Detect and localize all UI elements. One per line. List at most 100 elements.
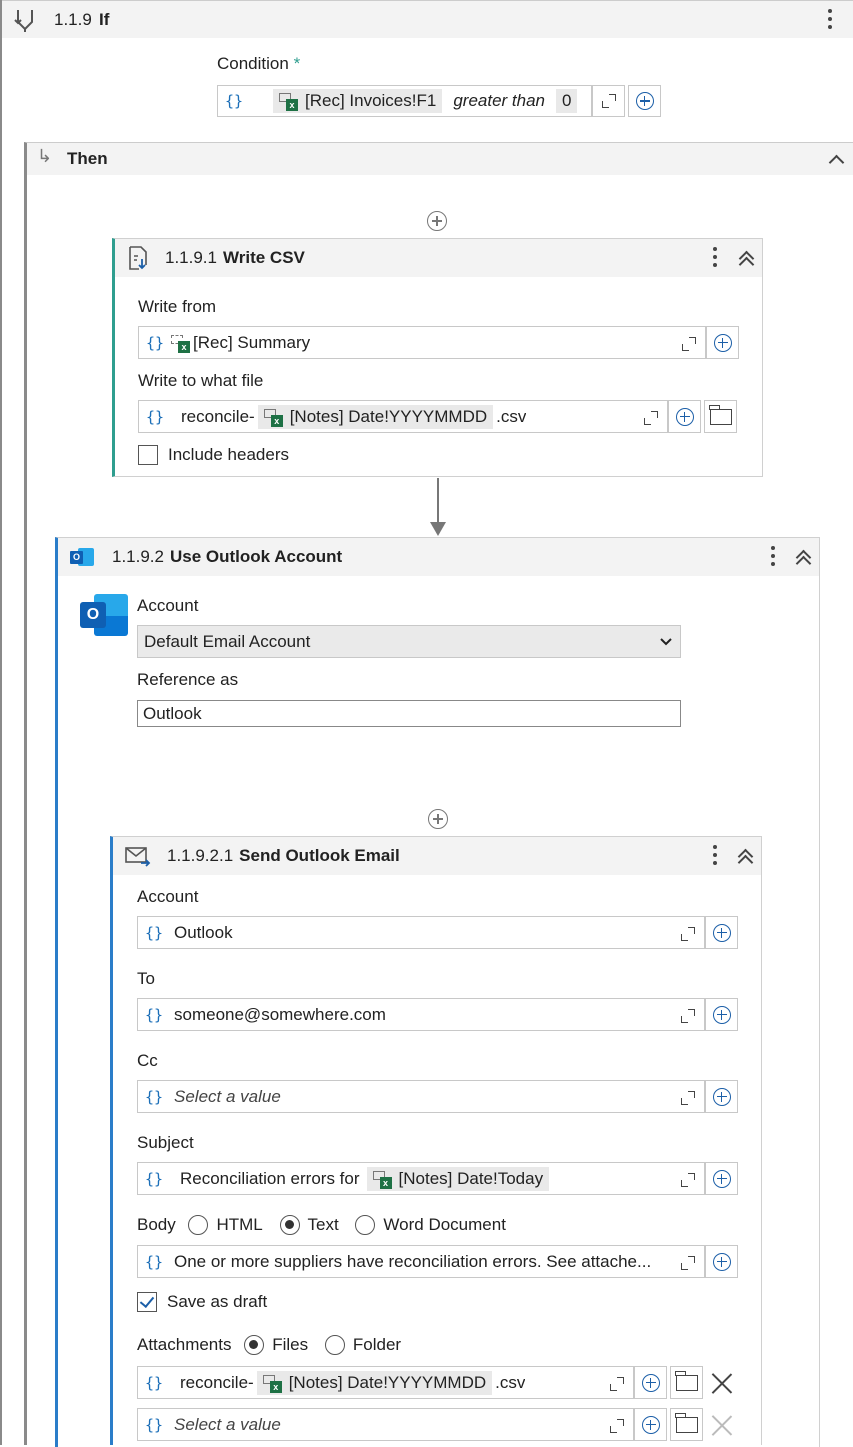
folder-icon	[709, 404, 732, 425]
email-body-add-button[interactable]	[705, 1245, 738, 1278]
then-header[interactable]: ↳ Then	[27, 143, 853, 175]
collapse-icon[interactable]	[828, 154, 845, 171]
if-step-number: 1.1.9	[54, 10, 92, 29]
remove-attachment-icon[interactable]	[711, 1372, 733, 1394]
write-to-variable-pill[interactable]: x [Notes] Date!YYYYMMDD	[257, 404, 494, 429]
save-as-draft-label: Save as draft	[167, 1292, 268, 1311]
expand-icon[interactable]	[644, 411, 658, 425]
add-icon	[641, 1415, 660, 1434]
attachment-variable-pill[interactable]: x [Notes] Date!YYYYMMDD	[256, 1370, 493, 1395]
email-to-add-button[interactable]	[705, 998, 738, 1031]
write-to-field[interactable]: {} reconcile- x [Notes] Date!YYYYMMDD .c…	[138, 400, 668, 433]
attachment-add-button[interactable]	[634, 1366, 667, 1399]
then-label: Then	[67, 149, 108, 168]
if-step-header[interactable]: 1.1.9 If	[2, 0, 853, 38]
insert-step-button[interactable]	[427, 211, 447, 231]
attachment-browse-button[interactable]	[670, 1366, 703, 1399]
condition-label: Condition *	[217, 54, 301, 73]
excel-icon: x	[279, 92, 299, 111]
expand-icon[interactable]	[681, 1091, 695, 1105]
email-subject-field[interactable]: {} Reconciliation errors for x [Notes] D…	[137, 1162, 705, 1195]
excel-icon: x	[262, 1374, 283, 1393]
email-cc-field[interactable]: {} Select a value	[137, 1080, 705, 1113]
more-options-icon[interactable]	[771, 546, 775, 566]
expand-icon[interactable]	[682, 337, 696, 351]
email-body-format: Body HTML Text Word Document	[137, 1214, 506, 1235]
write-to-label: Write to what file	[138, 371, 264, 390]
write-from-field[interactable]: {} x [Rec] Summary	[138, 326, 706, 359]
condition-field[interactable]: {} x [Rec] Invoices!F1 greater than 0	[217, 85, 592, 117]
more-options-icon[interactable]	[713, 845, 717, 865]
outlook-account-select[interactable]: Default Email Account	[137, 625, 681, 658]
write-file-icon	[129, 246, 147, 270]
excel-icon: x	[372, 1170, 393, 1189]
condition-expand-button[interactable]	[592, 85, 625, 117]
reference-as-label: Reference as	[137, 670, 239, 689]
expression-icon: {}	[224, 92, 244, 110]
send-email-card: 1.1.9.2.1 Send Outlook Email Account {} …	[110, 836, 762, 1445]
send-email-number: 1.1.9.2.1	[167, 846, 234, 865]
subject-variable-pill[interactable]: x [Notes] Date!Today	[366, 1166, 550, 1191]
expression-icon: {}	[144, 1005, 164, 1024]
write-csv-header[interactable]: 1.1.9.1 Write CSV	[115, 239, 762, 277]
add-icon	[712, 1169, 731, 1188]
send-email-title: Send Outlook Email	[239, 846, 400, 865]
save-as-draft-checkbox[interactable]	[137, 1292, 157, 1312]
attachment-item[interactable]: {} reconcile- x [Notes] Date!YYYYMMDD .c…	[137, 1366, 634, 1399]
write-to-browse-button[interactable]	[704, 400, 737, 433]
attachments-folder-radio[interactable]	[324, 1334, 345, 1355]
write-from-value: [Rec] Summary	[193, 332, 311, 352]
write-to-add-button[interactable]	[668, 400, 701, 433]
condition-variable-pill[interactable]: x [Rec] Invoices!F1	[273, 89, 443, 113]
email-account-field[interactable]: {} Outlook	[137, 916, 705, 949]
write-from-label: Write from	[138, 297, 217, 316]
body-html-radio[interactable]	[188, 1214, 209, 1235]
attachments-files-radio[interactable]	[244, 1334, 265, 1355]
expand-icon[interactable]	[681, 927, 695, 941]
folder-icon	[675, 1370, 698, 1391]
expand-icon[interactable]	[610, 1377, 624, 1391]
body-word-radio[interactable]	[355, 1214, 376, 1235]
folder-icon	[675, 1412, 698, 1433]
attachment-browse-button[interactable]	[670, 1408, 703, 1441]
add-icon	[712, 1005, 731, 1024]
expand-icon[interactable]	[610, 1419, 624, 1433]
attachment-add-button[interactable]	[634, 1408, 667, 1441]
flow-connector	[437, 478, 439, 524]
reference-as-input[interactable]: Outlook	[137, 700, 681, 727]
email-body-field[interactable]: {} One or more suppliers have reconcilia…	[137, 1245, 705, 1278]
attachments-type: Attachments Files Folder	[137, 1334, 402, 1355]
write-from-add-button[interactable]	[706, 326, 739, 359]
email-cc-label: Cc	[137, 1051, 158, 1070]
expand-icon[interactable]	[681, 1173, 695, 1187]
collapse-double-icon[interactable]	[795, 548, 812, 572]
email-cc-add-button[interactable]	[705, 1080, 738, 1113]
expression-icon: {}	[144, 1373, 164, 1392]
body-text-radio[interactable]	[279, 1214, 300, 1235]
include-headers-checkbox[interactable]	[138, 445, 158, 465]
condition-value[interactable]: 0	[556, 89, 578, 113]
more-options-icon[interactable]	[713, 247, 717, 267]
collapse-double-icon[interactable]	[737, 847, 754, 871]
expand-icon[interactable]	[681, 1256, 695, 1270]
write-to-prefix: reconcile-	[181, 406, 255, 426]
expand-icon[interactable]	[681, 1009, 695, 1023]
write-csv-number: 1.1.9.1	[165, 248, 217, 267]
add-icon	[675, 407, 694, 426]
outlook-account-header[interactable]: O 1.1.9.2 Use Outlook Account	[58, 538, 819, 576]
more-options-icon[interactable]	[828, 9, 832, 29]
email-account-add-button[interactable]	[705, 916, 738, 949]
outlook-account-title: Use Outlook Account	[170, 547, 343, 566]
add-icon	[713, 333, 732, 352]
attachment-item[interactable]: {} Select a value	[137, 1408, 634, 1441]
condition-add-button[interactable]	[628, 85, 661, 117]
email-to-field[interactable]: {} someone@somewhere.com	[137, 998, 705, 1031]
collapse-double-icon[interactable]	[738, 249, 755, 273]
send-email-header[interactable]: 1.1.9.2.1 Send Outlook Email	[113, 837, 761, 875]
outlook-icon: O	[70, 547, 94, 567]
write-csv-card: 1.1.9.1 Write CSV Write from {} x [Rec] …	[112, 238, 763, 477]
email-subject-add-button[interactable]	[705, 1162, 738, 1195]
expression-icon: {}	[145, 333, 165, 352]
insert-step-button[interactable]	[428, 809, 448, 829]
branch-icon	[14, 10, 33, 32]
